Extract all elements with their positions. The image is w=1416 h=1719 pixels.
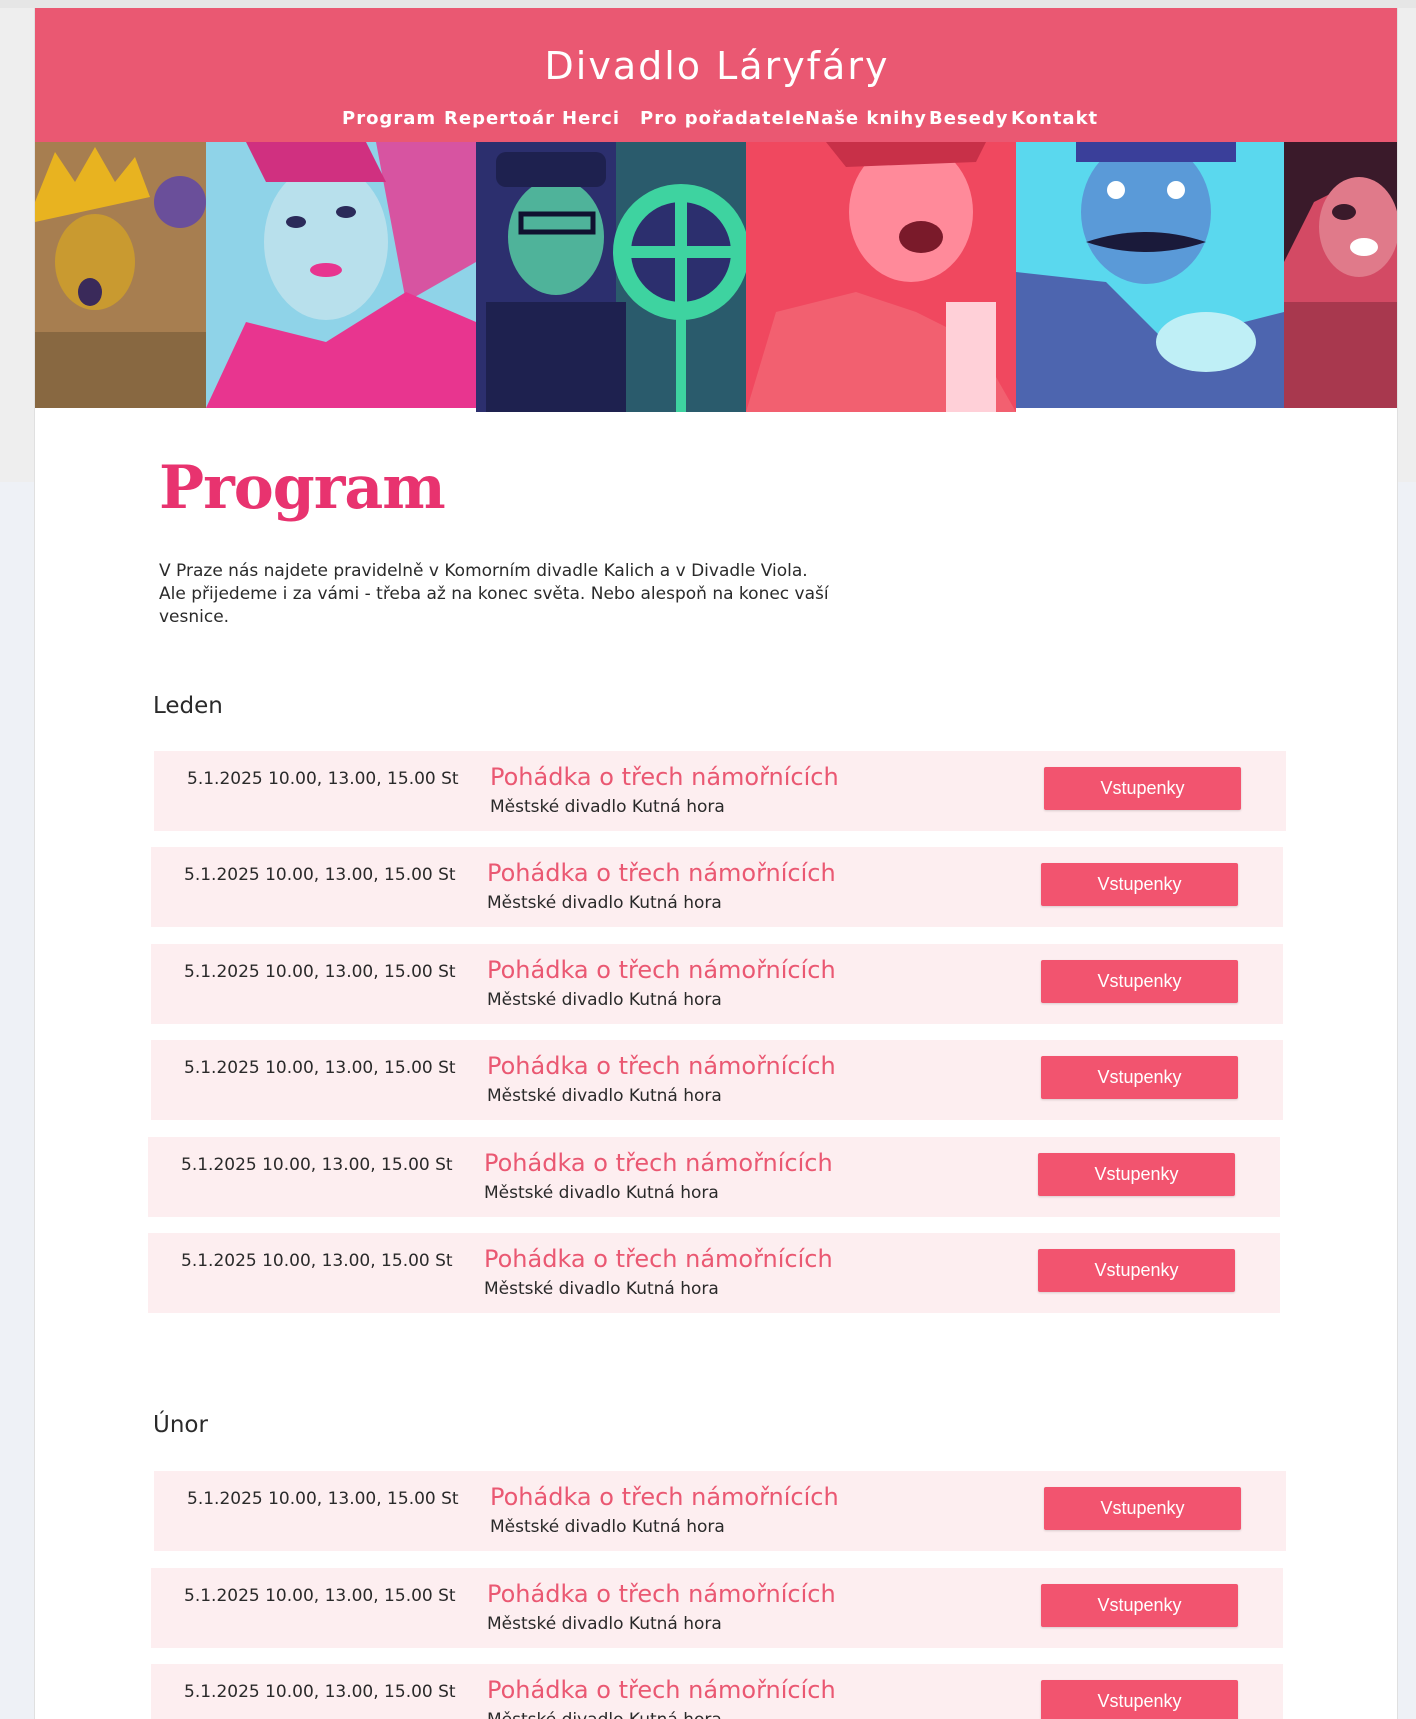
event-row: 5.1.2025 10.00, 13.00, 15.00 St Pohádka …	[148, 1137, 1280, 1217]
event-title[interactable]: Pohádka o třech námořnících	[487, 1676, 836, 1704]
event-date: 5.1.2025 10.00, 13.00, 15.00 St	[187, 769, 459, 789]
page-title: Program	[159, 453, 446, 523]
month-heading: Únor	[153, 1412, 208, 1438]
event-date: 5.1.2025 10.00, 13.00, 15.00 St	[184, 962, 456, 982]
event-date: 5.1.2025 10.00, 13.00, 15.00 St	[184, 1058, 456, 1078]
tickets-button[interactable]: Vstupenky	[1041, 960, 1238, 1003]
event-venue: Městské divadlo Kutná hora	[490, 1517, 725, 1537]
tickets-button[interactable]: Vstupenky	[1041, 1584, 1238, 1627]
tickets-button[interactable]: Vstupenky	[1044, 1487, 1241, 1530]
event-date: 5.1.2025 10.00, 13.00, 15.00 St	[184, 1682, 456, 1702]
event-row: 5.1.2025 10.00, 13.00, 15.00 St Pohádka …	[151, 944, 1283, 1024]
event-date: 5.1.2025 10.00, 13.00, 15.00 St	[184, 865, 456, 885]
event-row: 5.1.2025 10.00, 13.00, 15.00 St Pohádka …	[151, 847, 1283, 927]
event-venue: Městské divadlo Kutná hora	[487, 893, 722, 913]
tickets-button[interactable]: Vstupenky	[1038, 1249, 1235, 1292]
month-heading: Leden	[153, 693, 223, 719]
event-date: 5.1.2025 10.00, 13.00, 15.00 St	[184, 1586, 456, 1606]
event-venue: Městské divadlo Kutná hora	[487, 1086, 722, 1106]
event-title[interactable]: Pohádka o třech námořnících	[490, 763, 839, 791]
event-venue: Městské divadlo Kutná hora	[490, 797, 725, 817]
event-venue: Městské divadlo Kutná hora	[484, 1183, 719, 1203]
tickets-button[interactable]: Vstupenky	[1038, 1153, 1235, 1196]
tickets-button[interactable]: Vstupenky	[1044, 767, 1241, 810]
event-date: 5.1.2025 10.00, 13.00, 15.00 St	[187, 1489, 459, 1509]
tickets-button[interactable]: Vstupenky	[1041, 1056, 1238, 1099]
event-date: 5.1.2025 10.00, 13.00, 15.00 St	[181, 1155, 453, 1175]
event-row: 5.1.2025 10.00, 13.00, 15.00 St Pohádka …	[151, 1664, 1283, 1719]
event-date: 5.1.2025 10.00, 13.00, 15.00 St	[181, 1251, 453, 1271]
event-venue: Městské divadlo Kutná hora	[487, 1710, 722, 1719]
event-row: 5.1.2025 10.00, 13.00, 15.00 St Pohádka …	[151, 1568, 1283, 1648]
tickets-button[interactable]: Vstupenky	[1041, 863, 1238, 906]
event-venue: Městské divadlo Kutná hora	[484, 1279, 719, 1299]
page-frame: Divadlo Láryfáry Program Repertoár Herci…	[34, 8, 1398, 1719]
event-title[interactable]: Pohádka o třech námořnících	[484, 1245, 833, 1273]
tickets-button[interactable]: Vstupenky	[1041, 1680, 1238, 1719]
event-title[interactable]: Pohádka o třech námořnících	[484, 1149, 833, 1177]
event-row: 5.1.2025 10.00, 13.00, 15.00 St Pohádka …	[151, 1040, 1283, 1120]
event-row: 5.1.2025 10.00, 13.00, 15.00 St Pohádka …	[154, 751, 1286, 831]
event-title[interactable]: Pohádka o třech námořnících	[490, 1483, 839, 1511]
event-title[interactable]: Pohádka o třech námořnících	[487, 956, 836, 984]
event-title[interactable]: Pohádka o třech námořnících	[487, 859, 836, 887]
browser-top-edge	[0, 0, 1416, 8]
event-row: 5.1.2025 10.00, 13.00, 15.00 St Pohádka …	[154, 1471, 1286, 1551]
main-content: Program V Praze nás najdete pravidelně v…	[35, 8, 1397, 1719]
intro-text: V Praze nás najdete pravidelně v Komorní…	[159, 561, 829, 627]
event-venue: Městské divadlo Kutná hora	[487, 1614, 722, 1634]
event-title[interactable]: Pohádka o třech námořnících	[487, 1580, 836, 1608]
event-row: 5.1.2025 10.00, 13.00, 15.00 St Pohádka …	[148, 1233, 1280, 1313]
event-title[interactable]: Pohádka o třech námořnících	[487, 1052, 836, 1080]
event-venue: Městské divadlo Kutná hora	[487, 990, 722, 1010]
